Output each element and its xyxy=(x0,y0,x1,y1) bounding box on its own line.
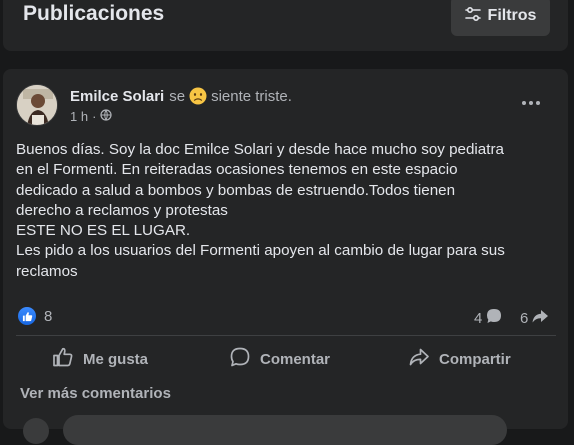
share-icon xyxy=(408,346,430,372)
dot-icon xyxy=(529,101,533,105)
view-more-comments-link[interactable]: Ver más comentarios xyxy=(20,385,171,402)
post-card: Emilce Solari se siente triste. 1 h · Bu… xyxy=(3,69,568,445)
dot-icon xyxy=(522,101,526,105)
page-header: Publicaciones Filtros xyxy=(3,0,568,51)
post-body-line: reclamos xyxy=(16,262,78,280)
share-arrow-icon xyxy=(531,307,549,329)
thumbs-up-icon xyxy=(52,346,74,372)
post-author-line: Emilce Solari se siente triste. xyxy=(70,87,292,105)
post-body-line: Les pido a los usuarios del Formenti apo… xyxy=(16,242,505,260)
dot-icon xyxy=(536,101,540,105)
reaction-count: 8 xyxy=(44,307,53,325)
post-body-line: Buenos días. Soy la doc Emilce Solari y … xyxy=(16,141,504,158)
reaction-summary[interactable]: 8 xyxy=(18,307,52,325)
like-button[interactable]: Me gusta xyxy=(52,342,148,376)
post-body-line: ESTE NO ES EL LUGAR. xyxy=(16,222,191,240)
comment-icon xyxy=(229,346,251,372)
post-meta: 1 h · xyxy=(70,109,113,124)
meta-separator: · xyxy=(92,109,97,124)
comment-input[interactable] xyxy=(63,415,507,445)
more-options-button[interactable] xyxy=(517,91,545,115)
share-button[interactable]: Compartir xyxy=(408,342,511,376)
page-title: Publicaciones xyxy=(23,2,165,25)
share-button-label: Compartir xyxy=(439,350,511,368)
author-name[interactable]: Emilce Solari xyxy=(70,88,164,105)
share-count-value: 6 xyxy=(520,309,529,327)
filter-button-label: Filtros xyxy=(487,7,537,24)
sad-face-icon xyxy=(189,87,207,105)
commenter-avatar xyxy=(23,418,49,444)
comment-button-label: Comentar xyxy=(260,350,331,368)
like-reaction-icon xyxy=(18,307,36,325)
feeling-text: siente triste. xyxy=(211,87,292,105)
comment-count[interactable]: 4 xyxy=(474,307,503,329)
post-body-line: dedicado a salud a bombos y bombas de es… xyxy=(16,181,456,199)
author-avatar[interactable] xyxy=(16,84,58,126)
comment-count-value: 4 xyxy=(474,309,483,327)
comment-bubble-icon xyxy=(485,307,503,329)
sliders-icon xyxy=(464,6,481,26)
feeling-prefix: se xyxy=(169,87,186,105)
post-body: Buenos días. Soy la doc Emilce Solari y … xyxy=(16,140,556,282)
post-body-line: en el Formenti. En reiteradas ocasiones … xyxy=(16,161,458,179)
post-divider xyxy=(16,335,556,336)
comment-button[interactable]: Comentar xyxy=(229,342,330,376)
globe-icon xyxy=(100,109,113,124)
share-count[interactable]: 6 xyxy=(520,307,549,329)
like-button-label: Me gusta xyxy=(83,350,149,368)
filter-button[interactable]: Filtros xyxy=(451,0,550,36)
post-time[interactable]: 1 h xyxy=(70,109,88,124)
post-body-line: derecho a reclamos y protestas xyxy=(16,201,228,219)
